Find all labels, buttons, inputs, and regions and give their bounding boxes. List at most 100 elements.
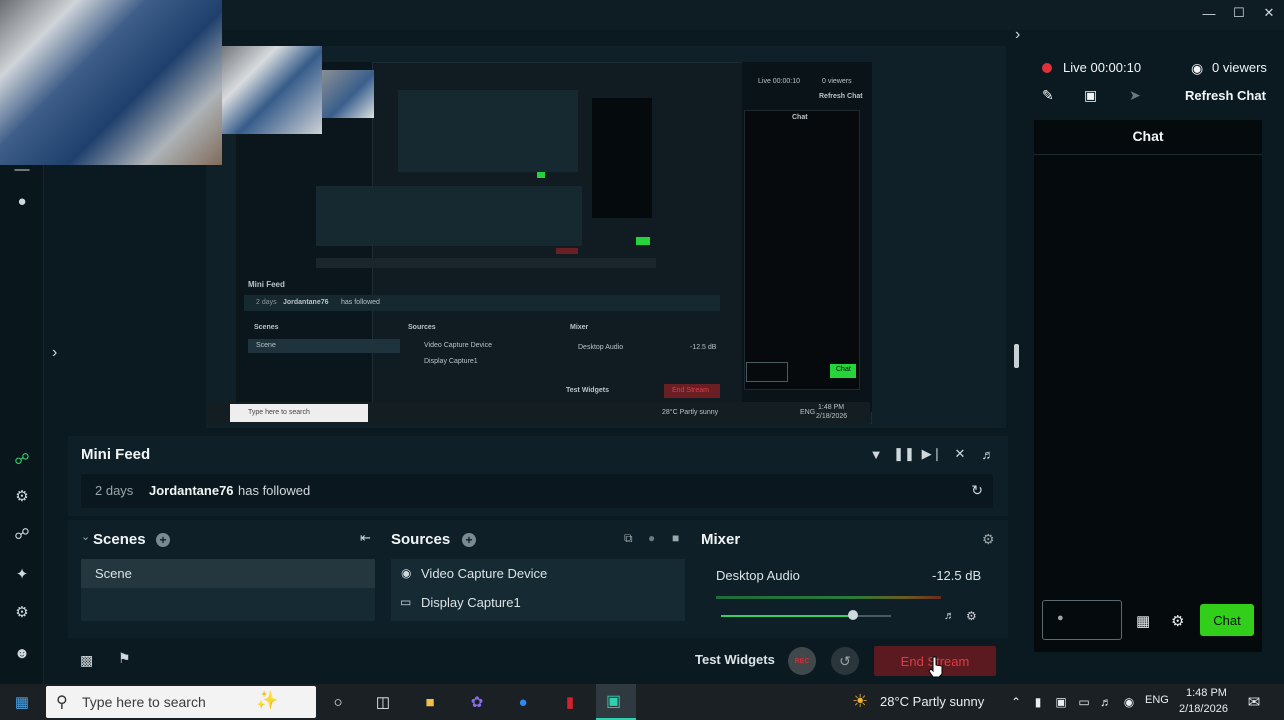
test-widgets-button[interactable]: Test Widgets: [695, 652, 775, 667]
add-scene-icon[interactable]: +: [156, 533, 170, 547]
chat-settings-gear-icon[interactable]: ⚙: [1171, 612, 1184, 630]
webcam-echo-2: [222, 46, 322, 134]
weather-text[interactable]: 28°C Partly sunny: [880, 694, 984, 709]
task-view-icon[interactable]: ◫: [373, 692, 393, 712]
taskbar-search-box[interactable]: ⚲ Type here to search ✨: [46, 686, 316, 718]
live-chat-panel: Live 00:00:10 ◉ 0 viewers ✎ ▣ ➤ Refresh …: [1020, 30, 1284, 684]
preview-nested-time: 1:48 PM: [818, 404, 845, 411]
speaker-tray-icon[interactable]: ♬: [1096, 692, 1116, 712]
preview-nested-chat-title: Chat: [792, 114, 808, 121]
resize-handle-vertical[interactable]: [1014, 344, 1019, 368]
preview-nested-search-text: Type here to search: [248, 409, 310, 416]
eye-icon: ◉: [1191, 60, 1204, 76]
preview-nested-sources: Sources: [408, 324, 436, 331]
close-icon[interactable]: ✕: [1254, 0, 1284, 26]
collapse-scenes-icon[interactable]: ⌄: [81, 530, 90, 543]
microphone-icon[interactable]: ▮: [1028, 692, 1048, 712]
source-row[interactable]: ◉ Video Capture Device: [391, 559, 685, 588]
weather-sun-icon: ☀: [852, 691, 869, 711]
clock-time[interactable]: 1:48 PM: [1186, 687, 1227, 699]
mini-feed-title: Mini Feed: [81, 446, 151, 463]
preview-nested-refresh: Refresh Chat: [819, 93, 863, 100]
record-button[interactable]: REC: [788, 647, 816, 675]
stream-info-icon[interactable]: ▣: [1084, 87, 1097, 104]
source-name: Video Capture Device: [421, 566, 548, 581]
mixer-settings-gear-icon[interactable]: ⚙: [982, 531, 995, 548]
notification-bell-icon[interactable]: ⚑: [118, 650, 131, 667]
volume-icon[interactable]: ♬: [980, 446, 996, 462]
pause-icon[interactable]: ❚❚: [893, 446, 915, 462]
refresh-chat-button[interactable]: Refresh Chat: [1185, 88, 1266, 103]
source-name: Display Capture1: [421, 595, 521, 610]
minimize-icon[interactable]: —: [1194, 0, 1224, 26]
webcam-echo-3: [322, 70, 374, 118]
source-camera-icon[interactable]: ●: [648, 531, 655, 545]
source-copy-icon[interactable]: ⧉: [624, 531, 633, 546]
clock-date[interactable]: 2/18/2026: [1179, 703, 1228, 715]
mute-alerts-icon[interactable]: ✕: [952, 446, 968, 462]
scene-row[interactable]: Scene: [81, 559, 375, 588]
preview-nested-chat-send-label: Chat: [836, 366, 851, 373]
preview-nested-desktop-audio: Desktop Audio: [578, 344, 624, 351]
webcam-feed: [0, 0, 222, 165]
preview-nested-green: [537, 172, 545, 178]
copilot-icon[interactable]: ✿: [467, 692, 487, 712]
scene-transition-icon[interactable]: ⇤: [360, 530, 371, 546]
settings-gear-icon[interactable]: ⚙: [13, 603, 31, 621]
scenes-list: Scene: [81, 559, 375, 621]
windows-taskbar: ▦ ⚲ Type here to search ✨ ○ ◫ ■ ✿ ● ▮ ▣ …: [0, 684, 1284, 720]
notifications-icon[interactable]: ✉: [1244, 692, 1264, 712]
search-icon: ⚲: [56, 694, 68, 711]
maximize-icon[interactable]: ☐: [1224, 0, 1254, 26]
skip-icon[interactable]: ▶❘: [922, 446, 943, 462]
input-language[interactable]: ENG: [1145, 694, 1169, 706]
camera-tray-icon[interactable]: ▣: [1051, 692, 1071, 712]
preview-nested-taskbar: [316, 258, 656, 268]
battery-icon[interactable]: ▭: [1074, 692, 1094, 712]
user-profile-icon[interactable]: ☻: [13, 644, 31, 662]
filter-icon[interactable]: ▼: [868, 446, 884, 462]
channel-level: -12.5 dB: [932, 568, 982, 583]
channel-settings-gear-icon[interactable]: ⚙: [966, 609, 977, 623]
wifi-icon[interactable]: ◉: [1119, 692, 1139, 712]
source-folder-icon[interactable]: ■: [672, 531, 679, 545]
volume-slider-fill: [721, 615, 854, 617]
windows-start-icon[interactable]: ▦: [12, 692, 32, 712]
preview-nested-feed-user: Jordantane76: [283, 299, 329, 306]
facebook-icon[interactable]: ●: [513, 692, 533, 712]
show-hidden-icons-icon[interactable]: ⌃: [1006, 692, 1026, 712]
preview-nested-chat-input: [746, 362, 788, 382]
widget-link-icon[interactable]: ☍: [13, 525, 31, 543]
preview-nested-end-stream-label: End Stream: [672, 387, 709, 394]
preview-nested-date: 2/18/2026: [816, 413, 848, 420]
speaker-icon[interactable]: ♬: [944, 610, 955, 622]
store-icon[interactable]: ▦: [1136, 612, 1150, 630]
mini-feed-panel: Mini Feed ▼ ❚❚ ▶❘ ✕ ♬ 2 days Jordantane7…: [68, 436, 1008, 516]
chat-title: Chat: [1132, 128, 1164, 144]
sparkle-icon[interactable]: ✦: [13, 565, 31, 583]
edit-pencil-icon[interactable]: ✎: [1042, 87, 1054, 104]
preview-nested-test-widgets: Test Widgets: [566, 387, 609, 394]
add-source-icon[interactable]: +: [462, 533, 476, 547]
stats-chart-icon[interactable]: ▩: [80, 652, 93, 669]
record-dot-icon[interactable]: ●: [13, 192, 31, 210]
puzzle-icon[interactable]: ⚙: [13, 487, 31, 505]
file-explorer-icon[interactable]: ■: [420, 692, 440, 712]
streamlabs-window: — ☐ ✕ — ● ☍ ⚙ ☍ ✦ ⚙ ☻ Live 00:00:10 0 vi…: [0, 0, 1284, 684]
chat-input[interactable]: ●: [1042, 600, 1122, 640]
share-icon[interactable]: ➤: [1129, 87, 1141, 104]
source-row[interactable]: ▭ Display Capture1: [391, 588, 685, 617]
expand-left-chevron-icon[interactable]: ›: [52, 344, 57, 362]
mixer-channel: Desktop Audio -12.5 dB ♬ ⚙: [701, 559, 995, 623]
chat-send-button[interactable]: Chat: [1200, 604, 1254, 636]
preview-nested-lang: ENG: [800, 409, 816, 416]
volume-slider-handle[interactable]: [848, 610, 858, 620]
replay-alert-icon[interactable]: ↻: [971, 482, 983, 499]
streamlabs-taskbar-button[interactable]: ▣: [596, 684, 636, 720]
red-app-icon[interactable]: ▮: [560, 692, 580, 712]
cortana-icon[interactable]: ○: [328, 692, 348, 712]
replay-buffer-icon[interactable]: ↺: [831, 647, 859, 675]
link-icon[interactable]: ☍: [13, 450, 31, 468]
preview-nested-audio-level: -12.5 dB: [690, 344, 717, 351]
window-controls: — ☐ ✕: [1194, 0, 1284, 28]
